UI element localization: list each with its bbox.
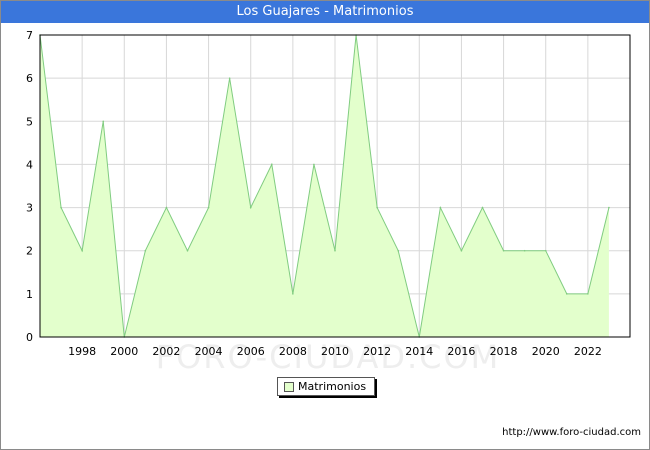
data-point	[60, 206, 62, 209]
x-tick-label: 2010	[321, 345, 349, 358]
x-tick-label: 2006	[237, 345, 265, 358]
data-point	[376, 206, 378, 209]
y-tick-label: 5	[26, 115, 33, 128]
x-tick-label: 2018	[490, 345, 518, 358]
data-point	[81, 249, 83, 252]
data-point	[102, 120, 105, 123]
x-tick-label: 2022	[574, 345, 602, 358]
x-tick-label: 2008	[279, 345, 307, 358]
data-point	[292, 293, 294, 295]
data-point	[608, 206, 610, 209]
legend-label: Matrimonios	[298, 380, 367, 393]
legend: Matrimonios	[277, 377, 375, 396]
data-point	[334, 249, 336, 252]
data-point	[587, 293, 589, 295]
y-tick-label: 1	[26, 288, 33, 301]
data-point	[502, 249, 505, 252]
series-area-matrimonios	[40, 35, 609, 337]
data-point	[270, 163, 273, 166]
y-tick-label: 0	[26, 331, 33, 344]
x-tick-label: 2002	[152, 345, 180, 358]
x-axis-labels: 1998 2000 2002 2004 2006 2008 2010 2012 2014 2016…	[68, 345, 602, 358]
y-tick-label: 3	[26, 202, 33, 215]
data-point	[313, 163, 315, 166]
data-point	[249, 206, 252, 209]
data-point	[523, 249, 526, 252]
legend-swatch	[284, 382, 294, 392]
x-tick-label: 2000	[110, 345, 138, 358]
data-point	[565, 293, 568, 295]
y-tick-label: 7	[26, 29, 33, 42]
y-axis-labels: 0 1 2 3 4 5 6 7	[26, 29, 33, 344]
data-point	[397, 249, 400, 252]
data-point	[439, 206, 442, 209]
footer-url: http://www.foro-ciudad.com	[502, 427, 641, 438]
x-tick-label: 2020	[532, 345, 560, 358]
data-point	[544, 249, 547, 252]
x-tick-label: 2016	[447, 345, 475, 358]
x-tick-label: 1998	[68, 345, 96, 358]
y-tick-label: 4	[26, 158, 33, 171]
y-tick-label: 6	[26, 72, 33, 85]
data-point	[165, 206, 168, 209]
y-tick-label: 2	[26, 245, 33, 258]
data-point	[186, 249, 189, 252]
x-tick-label: 2014	[405, 345, 433, 358]
x-tick-label: 2004	[195, 345, 223, 358]
data-point	[481, 206, 484, 209]
x-tick-label: 2012	[363, 345, 391, 358]
data-point	[460, 249, 463, 252]
data-point	[228, 77, 231, 79]
data-point	[144, 249, 147, 252]
data-point	[207, 206, 210, 209]
